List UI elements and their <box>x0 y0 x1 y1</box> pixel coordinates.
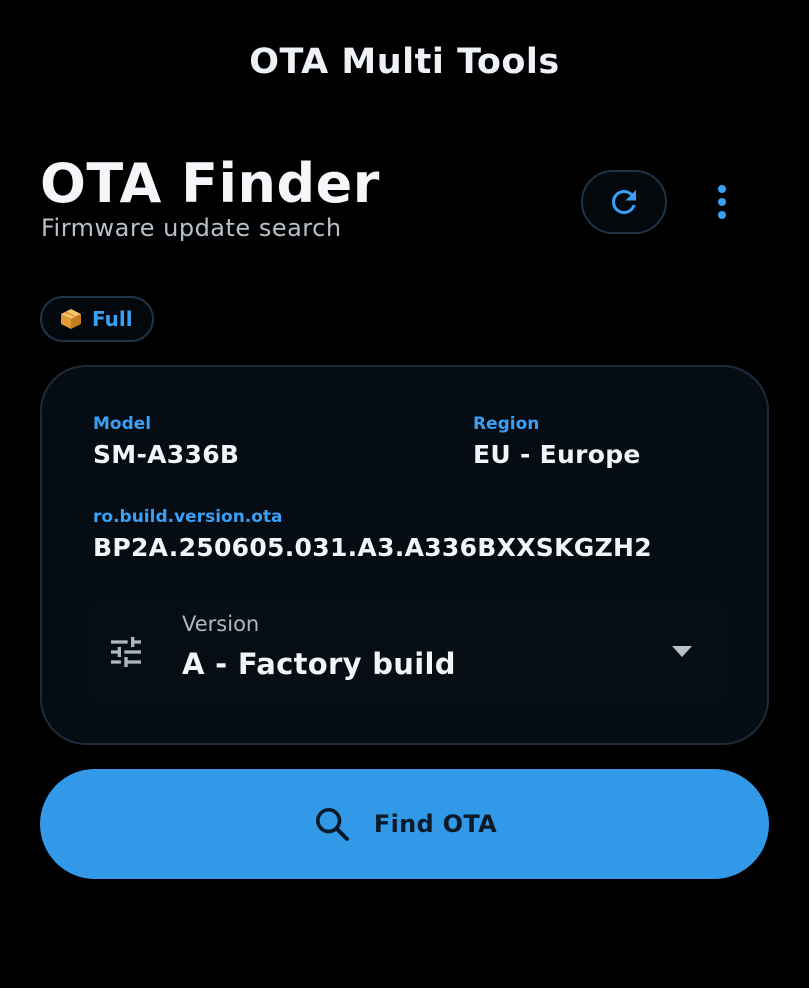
find-ota-label: Find OTA <box>373 810 498 838</box>
version-label: Version <box>182 612 260 636</box>
page-title: OTA Finder <box>40 152 380 215</box>
model-field[interactable]: Model SM-A336B <box>93 414 239 469</box>
ota-version-field[interactable]: ro.build.version.ota BP2A.250605.031.A3.… <box>93 507 652 562</box>
page-subtitle: Firmware update search <box>41 214 342 242</box>
ota-version-label: ro.build.version.ota <box>93 507 283 527</box>
region-field[interactable]: Region EU - Europe <box>473 414 641 469</box>
version-selected-value: A - Factory build <box>182 647 456 681</box>
chip-label: Full <box>92 307 133 331</box>
model-label: Model <box>93 414 152 434</box>
model-value: SM-A336B <box>93 440 240 469</box>
package-type-chip[interactable]: Full <box>40 296 154 342</box>
package-icon <box>61 309 81 329</box>
region-value: EU - Europe <box>473 440 641 469</box>
version-select[interactable]: Version A - Factory build <box>82 598 730 706</box>
refresh-icon <box>612 190 636 214</box>
search-icon <box>315 808 349 841</box>
app-title: OTA Multi Tools <box>249 42 560 82</box>
more-options-button[interactable] <box>706 182 738 222</box>
more-vert-icon <box>718 185 726 193</box>
tune-icon <box>111 637 141 667</box>
region-label: Region <box>473 414 540 434</box>
ota-version-value: BP2A.250605.031.A3.A336BXXSKGZH2 <box>93 533 652 562</box>
refresh-button[interactable] <box>581 170 667 234</box>
find-ota-button[interactable]: Find OTA <box>40 769 769 879</box>
dropdown-arrow-icon[interactable] <box>672 646 692 657</box>
